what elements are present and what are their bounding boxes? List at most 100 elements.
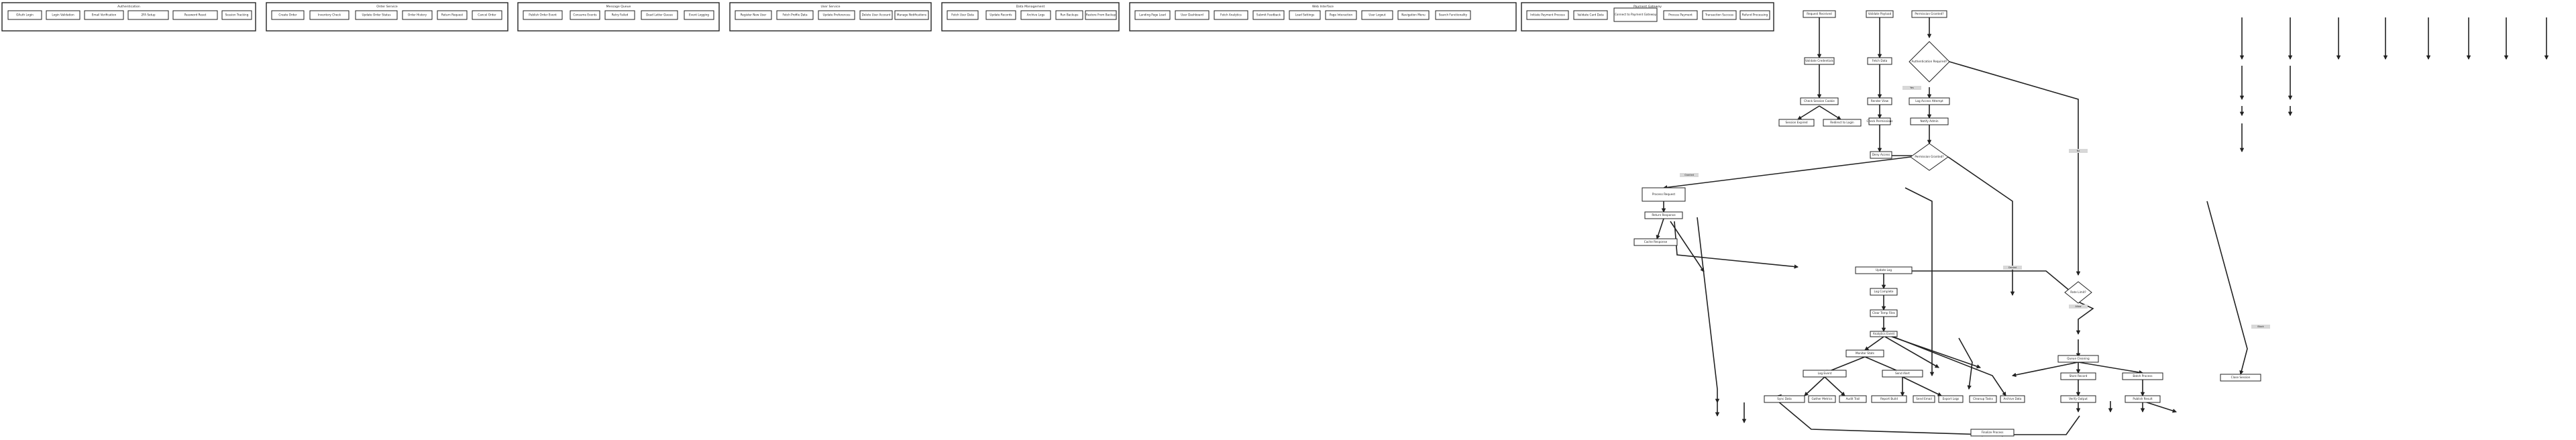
node-delete-user-account[interactable]: Delete User Account (859, 10, 893, 20)
node-archive-logs[interactable]: Archive Logs (1020, 10, 1051, 20)
node-submit-feedback[interactable]: Submit Feedback (1252, 10, 1285, 20)
node-fetch-user-data[interactable]: Fetch User Data (947, 10, 979, 20)
svg-text:OAuth Login: OAuth Login (16, 13, 34, 17)
flow-node[interactable]: Check Session Cookie (1800, 97, 1839, 105)
flow-node[interactable]: Sync Data (1764, 395, 1805, 403)
svg-text:Process Payment: Process Payment (1668, 13, 1693, 17)
flow-node[interactable]: Fetch Data (1867, 57, 1892, 65)
flow-node[interactable]: Archive Data (2000, 395, 2025, 403)
svg-text:Update Preferences: Update Preferences (822, 13, 850, 17)
node-email-verification[interactable]: Email Verification (84, 10, 124, 20)
svg-text:Monitor Stats: Monitor Stats (1856, 351, 1874, 355)
node-update-order-status[interactable]: Update Order Status (355, 10, 398, 20)
flow-node[interactable]: Return Response (1644, 211, 1683, 219)
node-user-logout[interactable]: User Logout (1361, 10, 1393, 20)
node-initiate-payment[interactable]: Initiate Payment Process (1526, 10, 1569, 20)
node-refund-processing[interactable]: Refund Processing (1739, 10, 1770, 20)
svg-text:Audit Trail: Audit Trail (1846, 397, 1860, 400)
flow-node[interactable]: Validate Payload (1866, 10, 1894, 18)
flow-node[interactable]: Log Complete (1870, 288, 1898, 296)
node-session-tracking[interactable]: Session Tracking (221, 10, 252, 20)
node-landing-page-load[interactable]: Landing Page Load (1134, 10, 1171, 20)
node-consume-events[interactable]: Consume Events (570, 10, 600, 20)
flow-node[interactable]: Notify Admin (1910, 117, 1949, 125)
flow-node[interactable]: Redirect to Login (1823, 119, 1862, 127)
node-update-preferences[interactable]: Update Preferences (818, 10, 855, 20)
node-restore-from-backup[interactable]: Restore From Backup (1085, 10, 1117, 20)
flow-node[interactable]: Monitor Stats (1845, 349, 1884, 358)
node-fetch-profile-data[interactable]: Fetch Profile Data (776, 10, 814, 20)
node-return-request[interactable]: Return Request (437, 10, 468, 20)
node-oauth-login[interactable]: OAuth Login (7, 10, 42, 20)
cluster-user-service: User Service Register New User Fetch Pro… (729, 2, 932, 32)
node-publish-order-event[interactable]: Publish Order Event (523, 10, 563, 20)
node-dead-letter-queue[interactable]: Dead Letter Queue (641, 10, 678, 20)
flow-node[interactable]: Send Alert (1882, 370, 1923, 378)
node-register-new-user[interactable]: Register New User (735, 10, 772, 20)
svg-text:Permission Granted?: Permission Granted? (1915, 155, 1943, 158)
svg-text:Session Expired: Session Expired (1785, 121, 1807, 124)
flow-node[interactable]: Publish Result (2125, 395, 2161, 403)
decision-auth-required[interactable]: Authentication Required? (1909, 41, 1950, 82)
node-2fa-setup[interactable]: 2FA Setup (127, 10, 169, 20)
node-process-payment[interactable]: Process Payment (1663, 10, 1698, 20)
svg-text:Fetch User Data: Fetch User Data (951, 13, 974, 17)
flow-node[interactable]: Finalize Process (1970, 429, 2015, 437)
node-navigation-menu[interactable]: Navigation Menu (1397, 10, 1430, 20)
node-validate-card-data[interactable]: Validate Card Data (1573, 10, 1608, 20)
node-transaction-success[interactable]: Transaction Success (1702, 10, 1737, 20)
flow-node[interactable]: Analytics Event (1870, 331, 1898, 337)
flow-node[interactable]: Audit Trail (1839, 395, 1867, 403)
svg-text:Close Session: Close Session (2231, 376, 2251, 379)
flow-node[interactable]: Queue Cleaning (2057, 355, 2099, 363)
node-retry-failed[interactable]: Retry Failed (604, 10, 635, 20)
svg-text:Deny Access: Deny Access (1872, 153, 1890, 156)
node-connect-gateway[interactable]: Connect to Payment Gateway (1613, 7, 1658, 22)
svg-text:Check Permissions: Check Permissions (1867, 119, 1893, 123)
flow-node[interactable]: Cleanup Tasks (1969, 395, 1997, 403)
node-fetch-analytics[interactable]: Fetch Analytics (1214, 10, 1248, 20)
node-order-history[interactable]: Order History (402, 10, 433, 20)
node-manage-notifications[interactable]: Manage Notifications (894, 10, 929, 20)
flow-node[interactable]: Check Permissions (1867, 117, 1893, 125)
flow-node[interactable]: Gather Metrics (1808, 395, 1836, 403)
node-user-dashboard[interactable]: User Dashboard (1175, 10, 1210, 20)
flow-node[interactable]: Clear Temp Files (1870, 309, 1898, 317)
flow-node[interactable]: Deny Access (1870, 151, 1892, 159)
flow-node[interactable]: Render View (1867, 97, 1892, 105)
node-login-validation[interactable]: Login Validation (46, 10, 80, 20)
svg-text:Register New User: Register New User (741, 13, 767, 17)
flow-node[interactable]: Verify Output (2060, 395, 2096, 403)
flow-node[interactable]: Validate Credentials (1804, 57, 1835, 65)
node-create-order[interactable]: Create Order (271, 10, 305, 20)
node-password-reset[interactable]: Password Reset (172, 10, 218, 20)
flow-node[interactable]: Report Build (1871, 395, 1907, 403)
flow-node[interactable]: Request Received (1803, 10, 1836, 18)
node-update-records[interactable]: Update Records (985, 10, 1016, 20)
flow-node[interactable]: Permission Granted? (1911, 10, 1947, 18)
decision-permission-granted[interactable]: Permission Granted? (1910, 143, 1949, 171)
flow-node[interactable]: Process Request (1642, 187, 1686, 202)
node-cancel-order[interactable]: Cancel Order (472, 10, 502, 20)
node-search-functionality[interactable]: Search Functionality (1435, 10, 1471, 20)
flow-node[interactable]: Close Session (2220, 374, 2261, 382)
flow-node[interactable]: Batch Process (2122, 372, 2163, 380)
svg-text:Report Build: Report Build (1880, 397, 1898, 400)
node-event-logging[interactable]: Event Logging (684, 10, 714, 20)
flow-node[interactable]: Log Access Attempt (1909, 97, 1950, 105)
flow-node[interactable]: Export Logs (1938, 395, 1964, 403)
svg-text:User Logout: User Logout (1368, 13, 1386, 17)
flow-node[interactable]: Cache Response (1633, 238, 1678, 246)
svg-text:Run Backups: Run Backups (1061, 13, 1079, 17)
node-page-interaction[interactable]: Page Interaction (1325, 10, 1357, 20)
decision-rate-limit[interactable]: Rate Limit? (2064, 281, 2092, 304)
flow-node[interactable]: Log Event (1803, 370, 1847, 378)
node-load-settings[interactable]: Load Settings (1289, 10, 1321, 20)
cluster-order-service: Order Service Create Order Inventory Che… (266, 2, 508, 32)
node-inventory-check[interactable]: Inventory Check (309, 10, 350, 20)
flow-node[interactable]: Session Expired (1778, 119, 1815, 127)
flow-node[interactable]: Send Email (1913, 395, 1935, 403)
flow-node[interactable]: Update Log (1855, 266, 1913, 274)
node-run-backups[interactable]: Run Backups (1055, 10, 1083, 20)
flow-node[interactable]: Store Record (2060, 372, 2096, 380)
